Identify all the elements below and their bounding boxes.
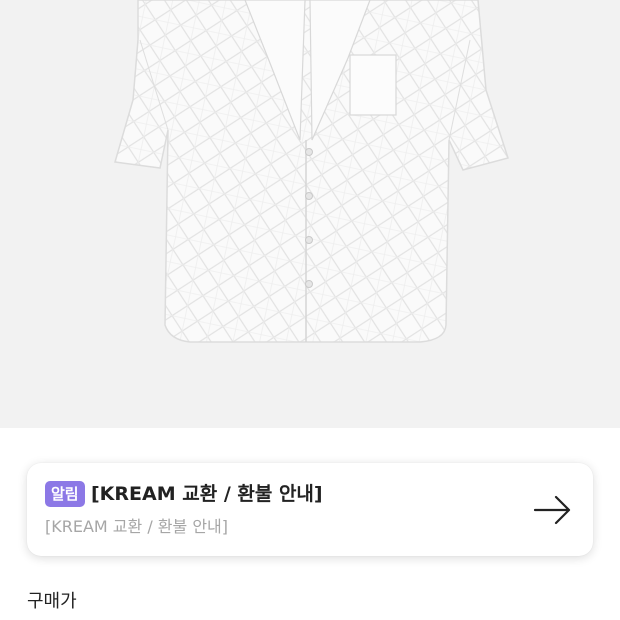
notice-subtitle: [KREAM 교환 / 환불 안내]: [45, 517, 229, 536]
price-label: 구매가: [27, 591, 77, 612]
arrow-right-icon[interactable]: [531, 492, 575, 528]
notice-title: [KREAM 교환 / 환불 안내]: [91, 483, 323, 505]
notice-card[interactable]: 알림 [KREAM 교환 / 환불 안내] [KREAM 교환 / 환불 안내]: [27, 463, 593, 556]
notice-badge: 알림: [45, 481, 85, 507]
product-image-area[interactable]: [0, 0, 620, 428]
product-image: [114, 0, 509, 343]
